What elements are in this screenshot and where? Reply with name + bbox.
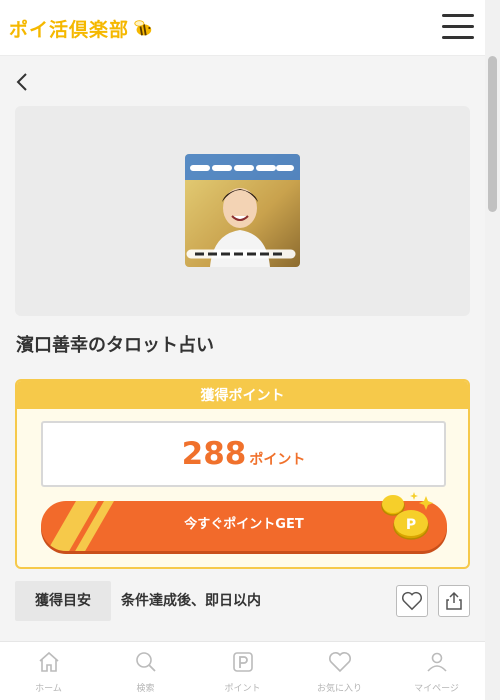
home-icon [38,651,59,672]
coins-icon: P [381,492,433,540]
estimate-label: 獲得目安 [15,581,111,621]
nav-favorites-label: お気に入り [316,684,362,694]
back-button[interactable] [12,70,34,94]
menu-bar-icon [442,36,474,39]
nav-favorites[interactable]: お気に入り [291,642,388,700]
nav-point[interactable]: ポイント [194,642,291,700]
share-button[interactable] [438,585,470,617]
points-unit: ポイント [249,452,306,468]
logo-text: ポイ活倶楽部 [9,18,130,41]
heart-icon [328,652,351,673]
share-icon [446,591,462,610]
svg-text:P: P [406,517,416,533]
campaign-title: 濱口善幸のタロット占い [16,335,214,356]
point-icon [232,652,253,672]
bottom-nav: ホーム 検索 ポイント お気に入り マイページ [0,641,485,700]
scrollbar-thumb[interactable] [488,56,497,212]
points-card-heading: 獲得ポイント [17,381,468,409]
chevron-left-icon [16,73,27,91]
points-display: 288 ポイント [41,421,446,487]
campaign-thumbnail [185,154,300,267]
nav-home-label: ホーム [35,684,62,694]
header: ポイ活倶楽部 [0,0,485,56]
nav-point-label: ポイント [224,684,261,694]
logo[interactable]: ポイ活倶楽部 [9,14,154,42]
nav-home[interactable]: ホーム [0,642,97,700]
page: ポイ活倶楽部 濱口善幸のタロット占い 獲得ポイント 288 ポイント 今すぐポイ… [0,0,500,700]
bee-icon [134,20,152,36]
nav-mypage-label: マイページ [414,684,459,694]
nav-search[interactable]: 検索 [97,642,194,700]
estimate-value: 条件達成後、即日以内 [121,593,261,609]
scrollbar[interactable] [485,0,500,700]
nav-mypage[interactable]: マイページ [388,642,485,700]
points-value: 288 [181,436,247,472]
user-icon [426,652,447,672]
hamburger-menu-button[interactable] [442,14,474,40]
menu-bar-icon [442,14,474,17]
heart-icon [402,591,422,611]
nav-search-label: 検索 [136,684,155,694]
search-icon [135,652,156,672]
hero-banner [15,106,470,316]
favorite-button[interactable] [396,585,428,617]
menu-bar-icon [442,25,474,28]
